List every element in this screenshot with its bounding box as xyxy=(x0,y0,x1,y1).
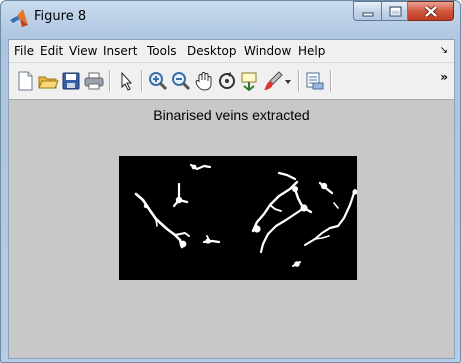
toolbar-separator xyxy=(109,70,111,92)
figure-client-area: File Edit View Insert Tools Desktop Wind… xyxy=(8,39,455,359)
vein-blobs xyxy=(143,164,357,267)
figure-toolbar: » xyxy=(9,63,454,100)
open-file-icon[interactable] xyxy=(37,70,59,92)
toolbar-separator xyxy=(330,70,332,92)
matlab-logo-icon xyxy=(10,9,28,27)
maximize-icon xyxy=(389,6,402,17)
menu-edit[interactable]: Edit xyxy=(40,44,63,58)
minimize-button[interactable] xyxy=(353,1,381,21)
title-bar[interactable]: Figure 8 xyxy=(1,1,460,39)
figure-canvas: Binarised veins extracted xyxy=(9,100,454,358)
edit-plot-pointer-icon[interactable] xyxy=(115,70,137,92)
maximize-button[interactable] xyxy=(381,1,408,21)
figure-window: Figure 8 File Edit View Insert Tools Des… xyxy=(0,0,461,363)
zoom-out-icon[interactable] xyxy=(170,70,192,92)
toolbar-separator xyxy=(298,70,300,92)
data-cursor-icon[interactable] xyxy=(239,70,261,92)
menu-tools[interactable]: Tools xyxy=(147,44,177,58)
menu-overflow-arrow-icon[interactable]: ↘ xyxy=(440,45,448,56)
print-icon[interactable] xyxy=(83,70,105,92)
menu-bar: File Edit View Insert Tools Desktop Wind… xyxy=(9,40,454,63)
vein-segments xyxy=(134,163,357,267)
binarised-veins-image xyxy=(119,156,357,280)
close-icon xyxy=(424,5,438,18)
new-figure-icon[interactable] xyxy=(14,70,36,92)
brush-icon[interactable] xyxy=(262,70,284,92)
menu-view[interactable]: View xyxy=(69,44,97,58)
menu-help[interactable]: Help xyxy=(298,44,325,58)
brush-dropdown-icon[interactable] xyxy=(283,70,293,92)
plot-title: Binarised veins extracted xyxy=(153,107,310,123)
menu-file[interactable]: File xyxy=(14,44,34,58)
toolbar-separator xyxy=(141,70,143,92)
window-title: Figure 8 xyxy=(34,9,87,24)
close-button[interactable] xyxy=(408,1,454,21)
pan-hand-icon[interactable] xyxy=(193,70,215,92)
menu-desktop[interactable]: Desktop xyxy=(187,44,237,58)
zoom-in-icon[interactable] xyxy=(147,70,169,92)
link-plot-icon[interactable] xyxy=(304,70,326,92)
menu-insert[interactable]: Insert xyxy=(103,44,137,58)
toolbar-overflow-button[interactable]: » xyxy=(440,70,448,84)
menu-window[interactable]: Window xyxy=(244,44,291,58)
save-icon[interactable] xyxy=(60,70,82,92)
minimize-icon xyxy=(362,12,374,17)
rotate-3d-icon[interactable] xyxy=(216,70,238,92)
